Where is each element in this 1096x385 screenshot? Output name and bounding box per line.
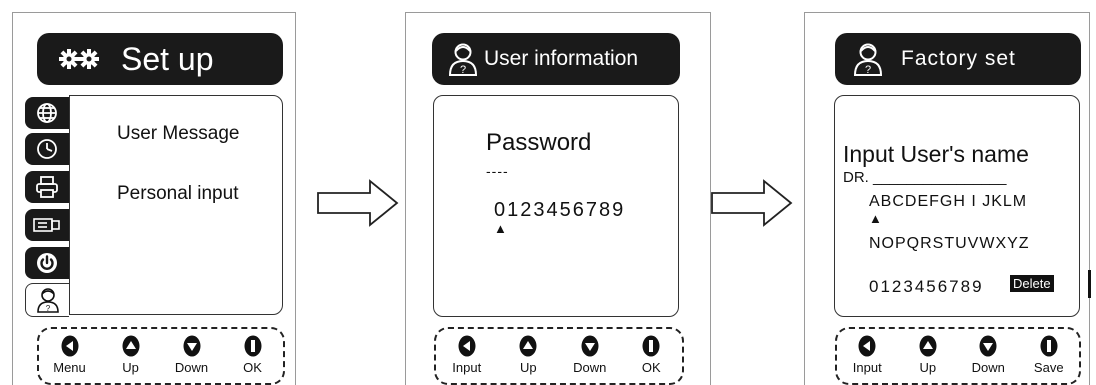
user-info-button-bar: Input Up Down OK [434, 327, 684, 385]
left-arrow-icon [858, 335, 876, 357]
flow-arrow-icon [711, 179, 793, 227]
password-label: Password [486, 129, 592, 156]
svg-text:?: ? [45, 304, 50, 313]
menu-item-user-message[interactable]: User Message [117, 123, 240, 145]
up-button[interactable]: Up [500, 335, 556, 375]
down-button[interactable]: Down [164, 335, 220, 375]
left-arrow-icon [61, 335, 78, 357]
ok-icon [642, 335, 660, 357]
setup-title: Set up [121, 40, 214, 77]
globe-icon [37, 103, 57, 123]
user-info-title-bar: ? User information [432, 33, 680, 85]
input-button[interactable]: Input [439, 335, 495, 375]
svg-text:?: ? [865, 64, 871, 76]
edge-marker [1088, 270, 1091, 298]
sidebar-tab-printer[interactable] [25, 171, 69, 203]
down-arrow-icon [183, 335, 200, 357]
input-button[interactable]: Input [839, 335, 895, 375]
sidebar-tab-clock[interactable] [25, 133, 69, 165]
up-arrow-icon [919, 335, 937, 357]
up-button[interactable]: Up [900, 335, 956, 375]
sidebar-tab-globe[interactable] [25, 97, 69, 129]
user-icon: ? [448, 43, 478, 76]
user-icon: ? [36, 288, 59, 313]
up-arrow-icon [122, 335, 139, 357]
user-information-panel: ? User information Password ---- 0123456… [405, 12, 711, 385]
factory-set-panel: ? Factory set Input User's name DR. ____… [804, 12, 1090, 385]
down-arrow-icon [581, 335, 599, 357]
ok-icon [244, 335, 261, 357]
menu-item-personal-input[interactable]: Personal input [117, 183, 238, 205]
ok-button[interactable]: OK [623, 335, 679, 375]
setup-button-bar: Menu Up Down OK [37, 327, 285, 385]
letter-row-2[interactable]: NOPQRSTUVWXYZ [869, 235, 1030, 253]
down-button[interactable]: Down [960, 335, 1016, 375]
down-arrow-icon [979, 335, 997, 357]
menu-button[interactable]: Menu [42, 335, 98, 375]
factory-set-title: Factory set [901, 47, 1016, 70]
flow-arrow-icon [317, 179, 399, 227]
sidebar-tab-user[interactable]: ? [25, 283, 69, 317]
setup-panel: Set up ? User Message Personal input Men… [12, 12, 296, 385]
letter-row-1[interactable]: ABCDEFGH I JKLM [869, 193, 1027, 211]
save-icon [1040, 335, 1058, 357]
password-entry-field[interactable]: ---- [486, 163, 509, 179]
printer-icon [36, 176, 58, 198]
sidebar-tab-usb[interactable] [25, 209, 69, 241]
name-entry-field[interactable]: DR. ________________ [843, 169, 1006, 186]
usb-icon [33, 218, 60, 232]
gears-icon [59, 48, 99, 70]
down-button[interactable]: Down [562, 335, 618, 375]
sidebar-tab-power[interactable] [25, 247, 69, 279]
factory-set-button-bar: Input Up Down Save [835, 327, 1081, 385]
save-button[interactable]: Save [1021, 335, 1077, 375]
setup-title-bar: Set up [37, 33, 283, 85]
delete-key[interactable]: Delete [1010, 275, 1054, 292]
digit-row[interactable]: 0123456789 [494, 199, 625, 222]
svg-text:?: ? [460, 64, 466, 76]
left-arrow-icon [458, 335, 476, 357]
input-name-label: Input User's name [843, 141, 1029, 167]
up-button[interactable]: Up [103, 335, 159, 375]
up-arrow-icon [519, 335, 537, 357]
power-icon [37, 253, 57, 273]
selection-cursor: ▲ [494, 221, 507, 236]
digit-row[interactable]: 0123456789 [869, 277, 984, 297]
user-info-title: User information [484, 47, 639, 70]
user-icon: ? [853, 43, 883, 76]
ok-button[interactable]: OK [225, 335, 281, 375]
selection-cursor: ▲ [869, 211, 882, 226]
clock-icon [37, 139, 57, 159]
factory-set-title-bar: ? Factory set [835, 33, 1081, 85]
